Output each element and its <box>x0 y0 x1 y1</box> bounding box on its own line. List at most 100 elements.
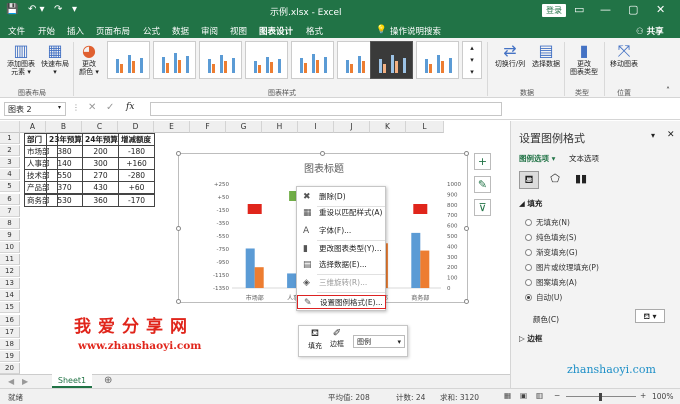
row-header[interactable]: 16 <box>0 314 20 326</box>
section-fill[interactable]: ◢ 填充 <box>519 198 542 209</box>
outline-button[interactable]: ✐ 边框 <box>327 328 347 349</box>
chart-style-1[interactable] <box>107 41 150 79</box>
add-sheet-icon[interactable]: ⊕ <box>104 375 112 386</box>
column-header[interactable]: H <box>262 121 298 133</box>
legend-options-icon[interactable]: ▮▮ <box>571 171 591 189</box>
chart-style-7[interactable] <box>370 41 413 79</box>
chart-style-4[interactable] <box>245 41 288 79</box>
context-menu-item[interactable]: ◈ 三维旋转(R)... <box>297 276 386 290</box>
tab-file[interactable]: 文件 <box>8 25 25 37</box>
fill-line-icon[interactable]: ⛾ <box>519 171 539 189</box>
row-header[interactable]: 4 <box>0 169 20 181</box>
fill-button[interactable]: ⛾ 填充 <box>305 328 325 351</box>
context-menu-item[interactable]: ✎ 设置图例格式(E)... <box>297 295 386 309</box>
switch-row-col-button[interactable]: ⇄ 切换行/列 <box>492 42 528 69</box>
resize-handle[interactable] <box>176 299 181 304</box>
zoom-level[interactable]: 100% <box>652 392 673 401</box>
row-header[interactable]: 19 <box>0 350 20 362</box>
row-header[interactable]: 12 <box>0 266 20 278</box>
fill-option-radio[interactable]: 渐变填充(G) <box>525 247 578 258</box>
fill-option-radio[interactable]: 图案填充(A) <box>525 277 577 288</box>
row-header[interactable]: 3 <box>0 157 20 169</box>
name-box[interactable]: 图表 2 <box>4 102 66 116</box>
row-header[interactable]: 11 <box>0 254 20 265</box>
context-menu-item[interactable]: ▤ 选择数据(E)... <box>297 258 386 272</box>
element-dropdown[interactable]: 图例 ▾ <box>353 335 405 348</box>
column-header[interactable]: L <box>406 121 444 133</box>
row-header[interactable]: 13 <box>0 278 20 290</box>
qat-dropdown-icon[interactable]: ▾ <box>72 4 77 15</box>
move-chart-button[interactable]: ⤧ 移动图表 <box>607 42 641 69</box>
maximize-icon[interactable]: ▢ <box>628 3 638 16</box>
column-header[interactable]: D <box>118 121 154 133</box>
section-border[interactable]: ▷ 边框 <box>519 333 542 344</box>
row-header[interactable]: 14 <box>0 290 20 302</box>
resize-handle[interactable] <box>464 151 469 156</box>
tab-home[interactable]: 开始 <box>38 25 55 37</box>
row-header[interactable]: 1 <box>0 133 20 144</box>
pane-options-icon[interactable]: ▾ <box>651 131 655 140</box>
change-colors-button[interactable]: ◕ 更改 颜色 ▾ <box>76 42 102 77</box>
context-menu-item[interactable]: ▮ 更改图表类型(Y)... <box>297 242 386 256</box>
redo-icon[interactable]: ↷ <box>54 4 62 15</box>
row-header[interactable]: 2 <box>0 145 20 157</box>
cancel-icon[interactable]: ✕ <box>88 102 96 113</box>
chart-style-8[interactable] <box>416 41 459 79</box>
next-sheet-icon[interactable]: ▶ <box>22 377 28 386</box>
undo-icon[interactable]: ↶ ▾ <box>28 4 45 15</box>
ribbon-display-icon[interactable]: ▭ <box>574 3 584 16</box>
formula-input[interactable] <box>150 102 502 116</box>
chart-style-2[interactable] <box>153 41 196 79</box>
fill-option-radio[interactable]: 图片或纹理填充(P) <box>525 262 599 273</box>
resize-handle[interactable] <box>464 299 469 304</box>
sheet-tab-sheet1[interactable]: Sheet1 <box>52 374 92 388</box>
fx-icon[interactable]: fx <box>126 102 134 112</box>
share-button[interactable]: ⚇ 共享 <box>636 25 664 37</box>
pane-close-icon[interactable]: ✕ <box>667 130 675 140</box>
tab-insert[interactable]: 插入 <box>67 25 84 37</box>
column-header[interactable]: I <box>298 121 334 133</box>
select-all-corner[interactable] <box>0 121 20 133</box>
collapse-ribbon-icon[interactable]: ˄ <box>666 86 670 95</box>
zoom-in-icon[interactable]: + <box>640 391 646 400</box>
add-chart-element-button[interactable]: ▥ 添加图表 元素 ▾ <box>4 42 38 77</box>
style-gallery-scroll[interactable]: ▴ ▾ ▾ <box>462 41 482 79</box>
page-layout-view-icon[interactable]: ▣ <box>520 391 527 400</box>
chart-filters-button[interactable]: ⊽ <box>474 199 491 216</box>
tab-format[interactable]: 格式 <box>306 25 323 37</box>
color-picker[interactable]: ⛾ ▾ <box>635 309 665 323</box>
quick-layout-button[interactable]: ▦ 快速布局 ▾ <box>40 42 70 77</box>
resize-handle[interactable] <box>176 151 181 156</box>
column-header[interactable]: G <box>226 121 262 133</box>
zoom-slider-thumb[interactable] <box>599 393 602 401</box>
context-menu-item[interactable]: ✖ 删除(D) <box>297 190 386 204</box>
chart-elements-button[interactable]: + <box>474 153 491 170</box>
row-header[interactable]: 10 <box>0 241 20 253</box>
chart-style-5[interactable] <box>291 41 334 79</box>
tab-formulas[interactable]: 公式 <box>143 25 160 37</box>
table-cell[interactable]: 360 <box>82 193 119 207</box>
row-header[interactable]: 5 <box>0 181 20 193</box>
prev-sheet-icon[interactable]: ◀ <box>8 377 14 386</box>
enter-icon[interactable]: ✓ <box>106 102 114 113</box>
table-cell[interactable]: 530 <box>46 193 83 207</box>
tab-review[interactable]: 审阅 <box>201 25 218 37</box>
column-header[interactable]: E <box>154 121 190 133</box>
context-menu-item[interactable]: A 字体(F)... <box>297 224 386 238</box>
chart-style-3[interactable] <box>199 41 242 79</box>
chart-styles-button[interactable]: ✎ <box>474 176 491 193</box>
column-header[interactable]: B <box>46 121 82 133</box>
row-header[interactable]: 6 <box>0 193 20 205</box>
row-header[interactable]: 17 <box>0 326 20 338</box>
zoom-out-icon[interactable]: − <box>554 391 560 400</box>
context-menu-item[interactable]: ▦ 重设以匹配样式(A) <box>297 206 386 220</box>
row-header[interactable]: 20 <box>0 362 20 374</box>
resize-handle[interactable] <box>176 226 181 231</box>
tell-me-search[interactable]: 操作说明搜索 <box>390 25 441 37</box>
tab-view[interactable]: 视图 <box>230 25 247 37</box>
page-break-view-icon[interactable]: ▥ <box>536 391 543 400</box>
name-box-dropdown-icon[interactable]: ▾ <box>58 104 61 111</box>
more-icon[interactable]: ⋮ <box>72 103 80 112</box>
login-button[interactable]: 登录 <box>542 4 566 17</box>
column-header[interactable]: J <box>334 121 370 133</box>
